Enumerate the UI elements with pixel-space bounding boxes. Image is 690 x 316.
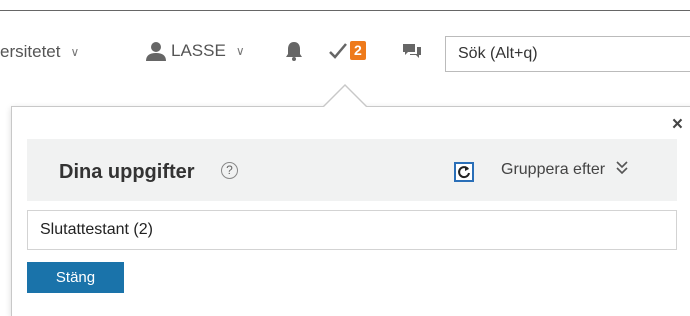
tasks-button[interactable]: 2 bbox=[328, 41, 366, 60]
user-icon bbox=[145, 40, 167, 62]
checkmark-icon bbox=[328, 42, 348, 60]
user-menu[interactable]: LASSE ∨ bbox=[145, 40, 245, 62]
group-by-label: Gruppera efter bbox=[501, 161, 606, 178]
task-group-row[interactable]: Slutattestant (2) bbox=[27, 210, 677, 250]
tasks-header-panel: Dina uppgifter ? Gruppera efter bbox=[27, 139, 677, 201]
search-input[interactable] bbox=[445, 36, 690, 72]
help-icon[interactable]: ? bbox=[221, 162, 238, 179]
user-label: LASSE bbox=[171, 41, 226, 60]
chat-bubbles-icon bbox=[402, 43, 422, 59]
notifications-button[interactable] bbox=[285, 41, 303, 61]
close-icon[interactable]: × bbox=[672, 114, 683, 136]
refresh-icon bbox=[458, 166, 470, 179]
messages-button[interactable] bbox=[402, 43, 422, 59]
panel-title: Dina uppgifter bbox=[59, 161, 195, 183]
chevron-down-icon: ∨ bbox=[235, 44, 245, 58]
chevron-down-icon: ∨ bbox=[70, 45, 80, 59]
bell-icon bbox=[285, 41, 303, 61]
close-button[interactable]: Stäng bbox=[27, 262, 124, 293]
refresh-button[interactable] bbox=[454, 162, 474, 182]
popover-caret-fill bbox=[323, 86, 367, 108]
tasks-count-badge: 2 bbox=[350, 41, 366, 60]
org-menu[interactable]: ersitetet ∨ bbox=[0, 42, 79, 62]
double-chevron-down-icon bbox=[615, 161, 628, 177]
top-divider bbox=[0, 10, 690, 11]
group-by-button[interactable]: Gruppera efter bbox=[501, 161, 628, 179]
org-label: ersitetet bbox=[0, 42, 61, 61]
